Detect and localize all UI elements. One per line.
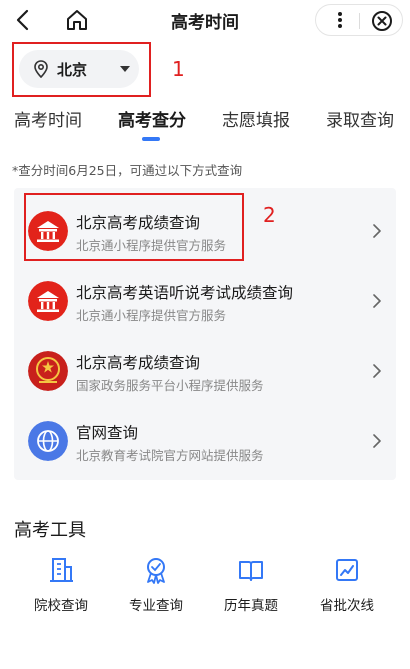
top-bar: 高考时间 <box>0 0 410 40</box>
capsule-divider <box>359 13 360 29</box>
tab-exam-time[interactable]: 高考时间 <box>14 106 82 131</box>
chevron-right-icon <box>373 294 381 308</box>
tab-bar: 高考时间 高考查分 志愿填报 录取查询 <box>0 106 410 142</box>
list-item-title: 北京高考成绩查询 <box>76 354 201 372</box>
chevron-right-icon <box>373 434 381 448</box>
city-label: 北京 <box>57 61 88 79</box>
list-item-subtitle: 北京通小程序提供官方服务 <box>76 308 227 323</box>
tab-admission-query[interactable]: 录取查询 <box>326 106 394 131</box>
list-item-subtitle: 北京教育考试院官方网站提供服务 <box>76 448 264 463</box>
query-time-notice: *查分时间6月25日，可通过以下方式查询 <box>12 163 243 178</box>
list-item-official-site[interactable]: 官网查询 北京教育考试院官方网站提供服务 <box>14 406 396 476</box>
list-item-national-score[interactable]: 北京高考成绩查询 国家政务服务平台小程序提供服务 <box>14 336 396 406</box>
list-item-english-score[interactable]: 北京高考英语听说考试成绩查询 北京通小程序提供官方服务 <box>14 266 396 336</box>
award-ribbon-icon <box>147 558 165 584</box>
tool-past-papers[interactable]: 历年真题 <box>201 556 301 616</box>
national-emblem-icon <box>28 351 68 391</box>
tool-province-cutoff[interactable]: 省批次线 <box>297 556 397 616</box>
temple-icon <box>28 281 68 321</box>
location-pin-icon <box>34 60 48 78</box>
tab-score-query[interactable]: 高考查分 <box>118 106 186 131</box>
tool-label: 专业查询 <box>129 598 183 614</box>
caret-down-icon <box>120 66 130 72</box>
annotation-number-2: 2 <box>263 203 276 227</box>
mini-program-capsule <box>315 4 403 36</box>
tool-major-query[interactable]: 专业查询 <box>106 556 206 616</box>
tool-label: 历年真题 <box>224 598 278 614</box>
chevron-right-icon <box>373 224 381 238</box>
city-selector[interactable]: 北京 <box>19 50 139 88</box>
chevron-right-icon <box>373 364 381 378</box>
globe-icon <box>28 421 68 461</box>
more-vertical-icon[interactable] <box>330 10 350 30</box>
tool-school-query[interactable]: 院校查询 <box>11 556 111 616</box>
annotation-box-1: 北京 <box>12 42 151 97</box>
tool-label: 院校查询 <box>34 598 88 614</box>
annotation-number-1: 1 <box>172 57 185 81</box>
annotation-box-2 <box>24 193 244 261</box>
trend-chart-icon <box>336 559 358 581</box>
tab-application[interactable]: 志愿填报 <box>222 106 290 131</box>
list-item-subtitle: 国家政务服务平台小程序提供服务 <box>76 378 264 393</box>
tools-section-title: 高考工具 <box>14 520 86 541</box>
tool-label: 省批次线 <box>320 598 374 614</box>
list-item-title: 官网查询 <box>76 424 139 442</box>
active-tab-indicator <box>142 137 160 141</box>
building-icon <box>50 558 73 582</box>
circle-close-icon[interactable] <box>370 9 394 33</box>
list-item-title: 北京高考英语听说考试成绩查询 <box>76 284 294 302</box>
open-book-icon <box>239 561 263 581</box>
